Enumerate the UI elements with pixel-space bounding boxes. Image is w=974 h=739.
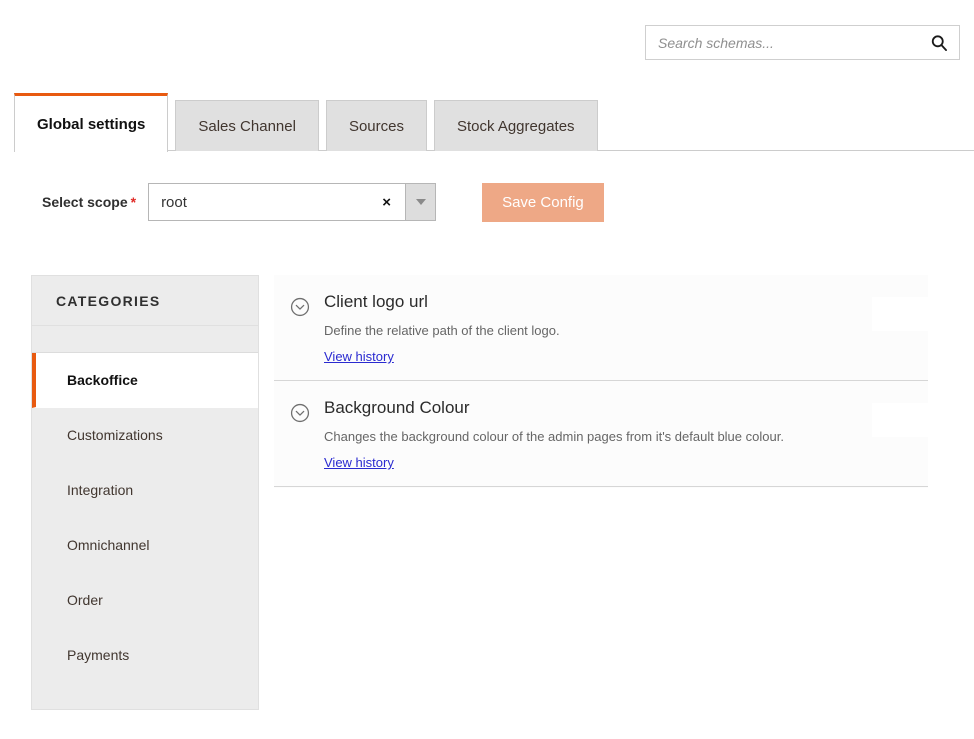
sidebar-item-label: Omnichannel (67, 537, 150, 553)
config-value-input[interactable] (872, 403, 928, 437)
categories-sidebar: CATEGORIES Backoffice Customizations Int… (31, 275, 259, 710)
sidebar-item-label: Payments (67, 647, 130, 663)
tab-stock-aggregates[interactable]: Stock Aggregates (433, 100, 598, 151)
save-config-button[interactable]: Save Config (482, 182, 604, 222)
chevron-down-icon (415, 199, 426, 205)
tab-global-settings[interactable]: Global settings (14, 93, 169, 152)
search-input[interactable] (658, 34, 929, 51)
tab-bar: Global settings Sales Channel Sources St… (14, 92, 605, 152)
config-row-body: Client logo url Define the relative path… (324, 291, 928, 380)
config-row: Background Colour Changes the background… (274, 381, 928, 487)
scope-clear-button[interactable]: × (374, 195, 399, 210)
search-schemas-container (645, 25, 960, 60)
sidebar-title: CATEGORIES (32, 276, 258, 326)
config-row-title: Background Colour (324, 398, 470, 417)
sidebar-spacer (32, 326, 258, 353)
chevron-down-circle-icon[interactable] (288, 296, 312, 318)
scope-select-field[interactable]: root × (149, 184, 405, 220)
tab-label: Global settings (37, 115, 146, 133)
required-asterisk: * (130, 194, 137, 210)
tab-sources[interactable]: Sources (325, 100, 427, 151)
config-row-title: Client logo url (324, 292, 428, 311)
sidebar-item-label: Order (67, 592, 103, 608)
tab-label: Sales Channel (198, 117, 296, 135)
config-page: Global settings Sales Channel Sources St… (0, 0, 974, 739)
scope-selector-row: Select scope * root × Save Config (42, 180, 604, 224)
config-row-description: Changes the background colour of the adm… (324, 429, 784, 444)
view-history-link[interactable]: View history (324, 455, 394, 470)
sidebar-item-customizations[interactable]: Customizations (32, 408, 258, 463)
config-settings-panel: Client logo url Define the relative path… (274, 275, 928, 488)
scope-select[interactable]: root × (148, 183, 437, 221)
scope-dropdown-toggle[interactable] (405, 184, 436, 220)
scope-label: Select scope * (42, 194, 136, 210)
config-row-description: Define the relative path of the client l… (324, 323, 560, 338)
sidebar-item-label: Customizations (67, 427, 163, 443)
chevron-down-circle-icon[interactable] (288, 402, 312, 424)
sidebar-item-label: Backoffice (67, 372, 138, 388)
sidebar-item-order[interactable]: Order (32, 573, 258, 628)
config-row-body: Background Colour Changes the background… (324, 397, 928, 486)
sidebar-item-integration[interactable]: Integration (32, 463, 258, 518)
config-row: Client logo url Define the relative path… (274, 275, 928, 381)
view-history-link[interactable]: View history (324, 349, 394, 364)
tab-sales-channel[interactable]: Sales Channel (175, 100, 319, 151)
tab-label: Stock Aggregates (456, 117, 575, 135)
search-box[interactable] (645, 25, 960, 60)
sidebar-item-payments[interactable]: Payments (32, 628, 258, 683)
tab-label: Sources (348, 117, 404, 135)
sidebar-item-backoffice[interactable]: Backoffice (32, 353, 258, 408)
config-value-input[interactable] (872, 297, 928, 331)
search-icon[interactable] (929, 33, 949, 53)
sidebar-item-omnichannel[interactable]: Omnichannel (32, 518, 258, 573)
scope-selected-value: root (161, 193, 187, 211)
scope-label-text: Select scope (42, 194, 128, 210)
sidebar-item-label: Integration (67, 482, 134, 498)
